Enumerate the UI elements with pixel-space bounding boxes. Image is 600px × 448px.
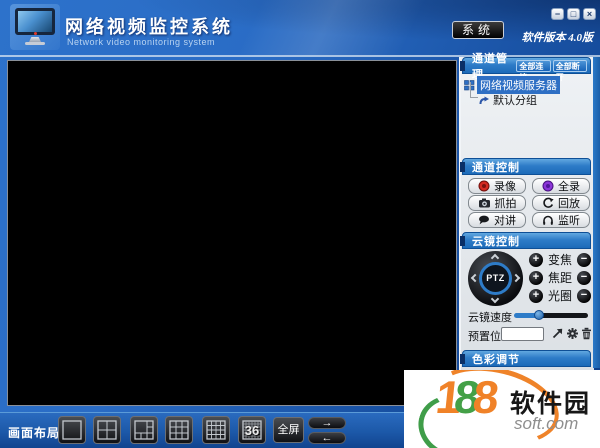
listen-icon <box>543 215 553 225</box>
iris-minus-button[interactable]: − <box>576 288 591 303</box>
tree-item-default-group-label: 默认分组 <box>493 95 537 107</box>
version-label: 软件版本 4.0版 <box>521 32 594 44</box>
color-adjust-title: 色彩调节 <box>472 353 520 366</box>
page-title: 网络视频监控系统 <box>65 17 233 37</box>
channel-manage-header: 通道管理 全部连接 全部断开 <box>460 53 591 82</box>
minimize-button[interactable]: − <box>551 8 564 20</box>
zoom-row: + 变焦 − <box>529 252 591 267</box>
channel-control-header: 通道控制 <box>460 158 591 175</box>
ptz-title: 云镜控制 <box>472 235 520 248</box>
iris-plus-button[interactable]: + <box>529 288 543 303</box>
snapshot-button[interactable]: 抓拍 <box>468 195 526 211</box>
page-subtitle: Network video monitoring system <box>67 37 216 47</box>
ptz-center-label[interactable]: PTZ <box>479 262 512 295</box>
next-page-button[interactable]: → <box>308 417 346 429</box>
listen-button[interactable]: 监听 <box>532 212 590 228</box>
ptz-speed-slider[interactable] <box>514 310 588 320</box>
snapshot-icon <box>478 198 490 208</box>
intercom-icon <box>479 215 489 225</box>
window-controls: − □ × <box>551 8 596 20</box>
grid-4-icon <box>97 420 117 440</box>
title-bar: 网络视频监控系统 Network video monitoring system… <box>0 0 600 55</box>
tree-item-default-group[interactable]: 默认分组 <box>479 92 537 108</box>
preset-goto-icon[interactable] <box>551 327 564 340</box>
preset-delete-trash-icon[interactable] <box>581 327 592 340</box>
ptz-up-button[interactable] <box>490 253 500 263</box>
intercom-button[interactable]: 对讲 <box>468 212 526 228</box>
grid-9-icon <box>169 420 189 440</box>
record-label: 录像 <box>494 181 516 193</box>
group-icon <box>479 96 489 104</box>
focus-minus-button[interactable]: − <box>576 270 591 285</box>
disconnect-all-button[interactable]: 全部断开 <box>552 59 587 82</box>
zoom-plus-button[interactable]: + <box>529 252 543 267</box>
record-all-icon <box>542 180 554 192</box>
ptz-joystick[interactable]: PTZ <box>468 251 523 306</box>
playback-button[interactable]: 回放 <box>532 195 590 211</box>
grid-6-icon <box>134 420 154 440</box>
ptz-right-button[interactable] <box>511 273 521 283</box>
monitor-icon <box>15 8 55 35</box>
zoom-minus-button[interactable]: − <box>576 252 591 267</box>
preset-settings-gear-icon[interactable] <box>566 327 579 340</box>
close-button[interactable]: × <box>583 8 596 20</box>
slider-thumb[interactable] <box>534 310 544 320</box>
ptz-down-button[interactable] <box>490 294 500 304</box>
layout-1-button[interactable] <box>58 416 86 444</box>
layout-36-button[interactable]: 36 <box>238 416 266 444</box>
playback-label: 回放 <box>558 198 580 210</box>
playback-icon <box>543 197 554 208</box>
layout-4-button[interactable] <box>93 416 121 444</box>
iris-label: 光圈 <box>547 289 572 303</box>
intercom-label: 对讲 <box>494 215 516 227</box>
record-button[interactable]: 录像 <box>468 178 526 194</box>
app-logo <box>10 4 60 50</box>
system-menu-button[interactable]: 系统 <box>452 21 505 39</box>
grid-16-icon <box>206 420 226 440</box>
app-window: 网络视频监控系统 Network video monitoring system… <box>0 0 600 448</box>
layout-label: 画面布局 <box>8 426 61 440</box>
snapshot-label: 抓拍 <box>494 198 517 210</box>
monitor-power-light <box>34 32 37 35</box>
prev-page-button[interactable]: ← <box>308 432 346 444</box>
record-all-button[interactable]: 全录 <box>532 178 590 194</box>
ptz-header: 云镜控制 <box>460 232 591 249</box>
layout-6-button[interactable] <box>130 416 158 444</box>
focus-label: 焦距 <box>547 271 572 285</box>
tree-branch-line <box>470 82 478 98</box>
layout-16-button[interactable] <box>202 416 230 444</box>
watermark-digits: 188 <box>433 371 494 423</box>
ptz-left-button[interactable] <box>470 273 480 283</box>
preset-label: 预置位 <box>468 331 501 343</box>
color-adjust-header: 色彩调节 <box>460 350 591 367</box>
preset-input[interactable] <box>501 327 544 341</box>
fullscreen-button[interactable]: 全屏 <box>273 417 304 443</box>
zoom-label: 变焦 <box>547 253 572 267</box>
layout-9-button[interactable] <box>165 416 193 444</box>
watermark-domain: soft.com <box>514 414 579 433</box>
listen-label: 监听 <box>558 215 580 227</box>
focus-row: + 焦距 − <box>529 270 591 285</box>
focus-plus-button[interactable]: + <box>529 270 543 285</box>
ptz-speed-label: 云镜速度 <box>468 312 512 324</box>
record-icon <box>478 180 490 192</box>
grid-36-label: 36 <box>244 423 260 438</box>
record-all-label: 全录 <box>558 181 580 193</box>
maximize-button[interactable]: □ <box>567 8 580 20</box>
connect-all-button[interactable]: 全部连接 <box>516 59 551 82</box>
monitor-stand <box>29 37 41 42</box>
iris-row: + 光圈 − <box>529 288 591 303</box>
video-display[interactable] <box>7 60 457 406</box>
grid-1-icon <box>62 420 82 440</box>
watermark-logo: 188 软件园 soft.com <box>404 370 600 448</box>
channel-control-title: 通道控制 <box>472 161 520 174</box>
monitor-base <box>25 42 45 45</box>
sidebar-edge-strip <box>593 57 600 368</box>
